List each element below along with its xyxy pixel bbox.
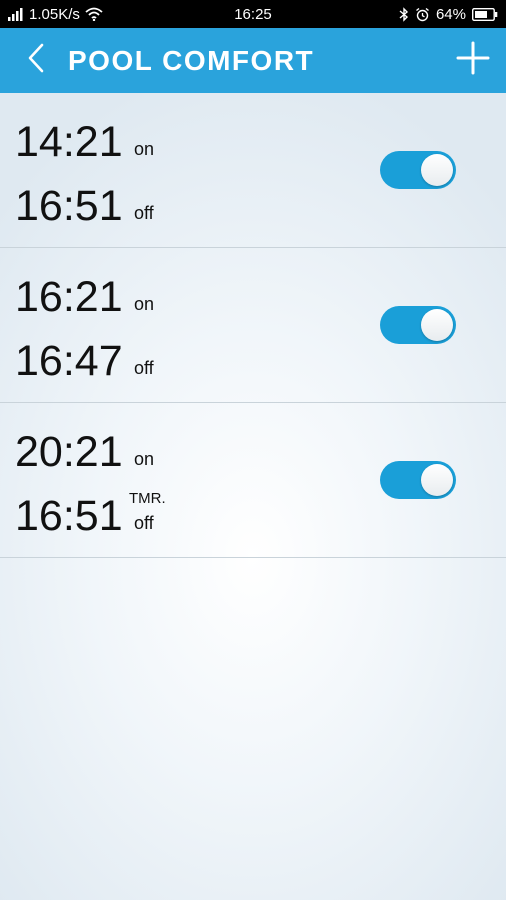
schedule-row[interactable]: 16:21 on 16:47 off (0, 248, 506, 403)
status-bar: 1.05K/s 16:25 64% (0, 0, 506, 28)
on-label: on (134, 294, 155, 314)
plus-icon (456, 41, 490, 80)
schedule-row[interactable]: 14:21 on 16:51 off (0, 93, 506, 248)
off-label: off (134, 513, 154, 533)
alarm-icon (415, 7, 430, 22)
off-time: 16:51 (15, 182, 123, 230)
on-label: on (134, 139, 155, 159)
toggle-knob (421, 309, 453, 341)
wifi-icon (85, 7, 103, 21)
schedule-toggle[interactable] (380, 461, 456, 499)
net-speed: 1.05K/s (29, 5, 80, 23)
signal-icon (8, 7, 24, 21)
battery-icon (472, 7, 498, 21)
status-right: 64% (399, 0, 498, 28)
schedule-toggle[interactable] (380, 151, 456, 189)
app-header: POOL COMFORT (0, 28, 506, 93)
off-time: 16:47 (15, 337, 123, 385)
off-time: 16:51 (15, 492, 123, 540)
toggle-knob (421, 154, 453, 186)
on-label: on (134, 449, 155, 469)
schedule-list: 14:21 on 16:51 off 16:21 on 16:47 off 20… (0, 93, 506, 558)
schedule-row[interactable]: 20:21 on 16:51 TMR. off (0, 403, 506, 558)
schedule-toggle[interactable] (380, 306, 456, 344)
add-schedule-button[interactable] (454, 41, 492, 79)
on-time: 16:21 (15, 273, 123, 321)
toggle-knob (421, 464, 453, 496)
on-time: 14:21 (15, 118, 123, 166)
bluetooth-icon (399, 6, 409, 22)
back-button[interactable] (18, 42, 54, 78)
chevron-left-icon (26, 42, 46, 79)
page-title: POOL COMFORT (68, 45, 315, 76)
battery-percent: 64% (435, 5, 466, 23)
on-time: 20:21 (15, 428, 123, 476)
off-label: off (134, 358, 154, 378)
timer-badge: TMR. (129, 490, 166, 507)
status-left: 1.05K/s (8, 0, 103, 28)
off-label: off (134, 203, 154, 223)
status-time: 16:25 (234, 5, 272, 23)
